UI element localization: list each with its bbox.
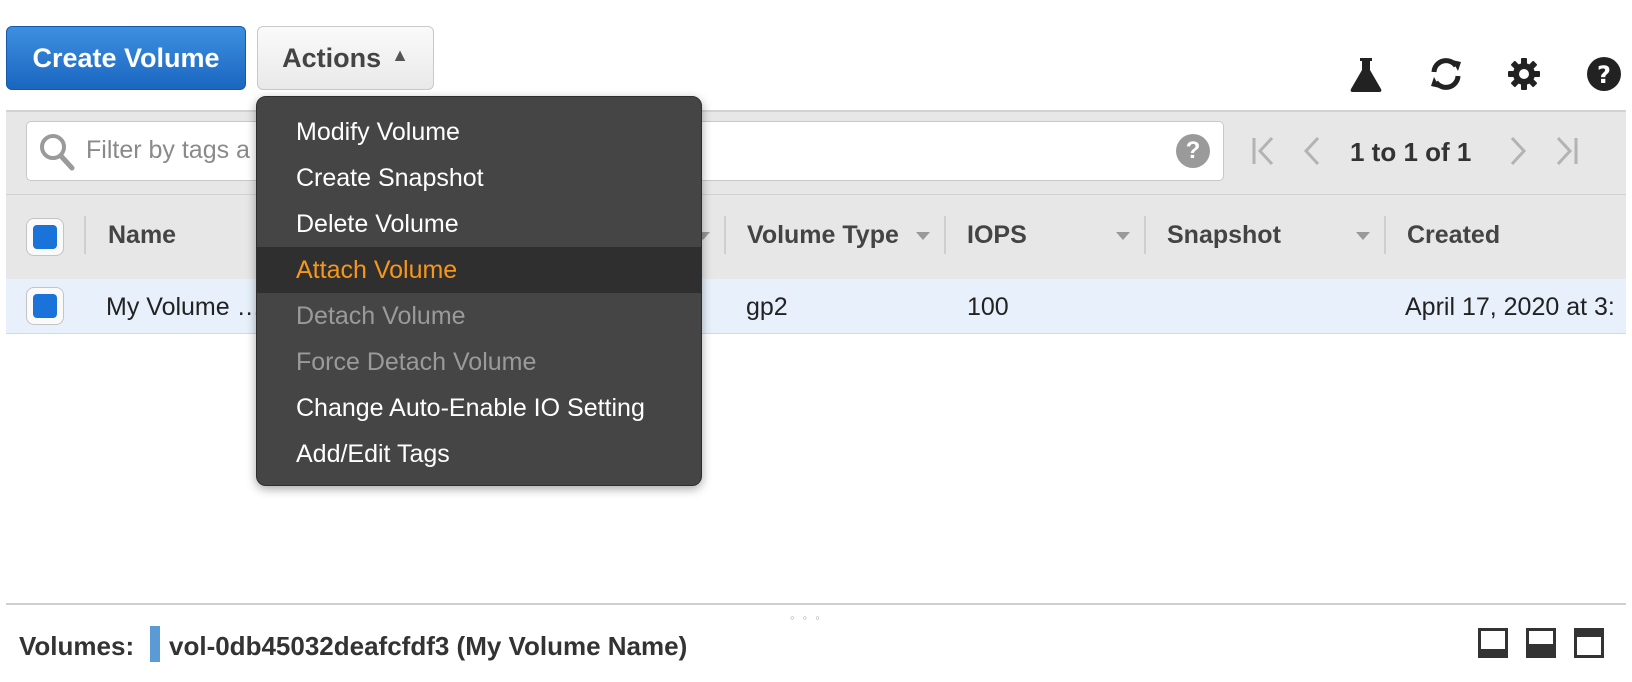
chevron-up-icon: ▲ [391, 44, 409, 65]
search-placeholder: Filter by tags a [86, 136, 250, 164]
sort-caret-icon[interactable] [916, 232, 930, 240]
next-page-icon[interactable] [1508, 134, 1530, 175]
column-header-name[interactable]: Name [108, 221, 176, 250]
cell-name: My Volume … [106, 293, 262, 321]
gear-icon[interactable] [1504, 54, 1544, 94]
column-header-created[interactable]: Created [1407, 221, 1500, 250]
sort-caret-icon[interactable] [1356, 232, 1370, 240]
sort-caret-icon[interactable] [1116, 232, 1130, 240]
create-volume-label: Create Volume [32, 42, 220, 73]
menu-item-modify-volume[interactable]: Modify Volume [257, 109, 701, 155]
menu-item-force-detach-volume: Force Detach Volume [296, 348, 537, 376]
column-header-volume-type[interactable]: Volume Type [747, 221, 899, 250]
menu-item-change-auto-enable-io[interactable]: Change Auto-Enable IO Setting [257, 385, 701, 431]
selected-volume-id: vol-0db45032deafcfdf3 (My Volume Name) [169, 631, 688, 661]
resize-grip-icon[interactable]: ◦◦◦ [790, 610, 828, 625]
select-all-checkbox[interactable] [26, 218, 64, 256]
row-checkbox[interactable] [26, 287, 64, 325]
flask-icon[interactable] [1346, 54, 1386, 94]
column-header-iops[interactable]: IOPS [967, 221, 1027, 250]
actions-label: Actions [282, 42, 382, 73]
refresh-icon[interactable] [1426, 54, 1466, 94]
svg-text:?: ? [1597, 61, 1611, 89]
column-separator [944, 216, 946, 254]
panel-divider[interactable] [6, 603, 1626, 605]
layout-bottom-icon[interactable] [1478, 628, 1508, 658]
volume-color-marker [150, 626, 160, 662]
first-page-icon[interactable] [1250, 134, 1278, 175]
column-separator [724, 216, 726, 254]
menu-item-detach-volume: Detach Volume [296, 302, 466, 330]
actions-button[interactable]: Actions ▲ [257, 26, 434, 90]
column-separator [1144, 216, 1146, 254]
cell-volume-type: gp2 [746, 293, 788, 321]
last-page-icon[interactable] [1552, 134, 1580, 175]
layout-full-icon[interactable] [1574, 628, 1604, 658]
details-label: Volumes: [19, 631, 135, 661]
cell-iops: 100 [967, 293, 1009, 321]
column-separator [1384, 216, 1386, 254]
menu-item-attach-volume[interactable]: Attach Volume [257, 247, 701, 293]
pagination-status: 1 to 1 of 1 [1350, 137, 1472, 167]
cell-created: April 17, 2020 at 3: [1405, 293, 1615, 321]
help-icon[interactable]: ? [1584, 54, 1624, 94]
prev-page-icon[interactable] [1300, 134, 1322, 175]
search-icon [38, 132, 76, 177]
column-separator [84, 216, 86, 254]
layout-half-icon[interactable] [1526, 628, 1556, 658]
create-volume-button[interactable]: Create Volume [6, 26, 246, 90]
filter-help-icon[interactable]: ? [1176, 134, 1210, 168]
menu-item-delete-volume[interactable]: Delete Volume [257, 201, 701, 247]
actions-menu: Modify Volume Create Snapshot Delete Vol… [256, 96, 702, 486]
column-header-snapshot[interactable]: Snapshot [1167, 221, 1281, 250]
menu-item-create-snapshot[interactable]: Create Snapshot [257, 155, 701, 201]
menu-item-add-edit-tags[interactable]: Add/Edit Tags [257, 431, 701, 477]
